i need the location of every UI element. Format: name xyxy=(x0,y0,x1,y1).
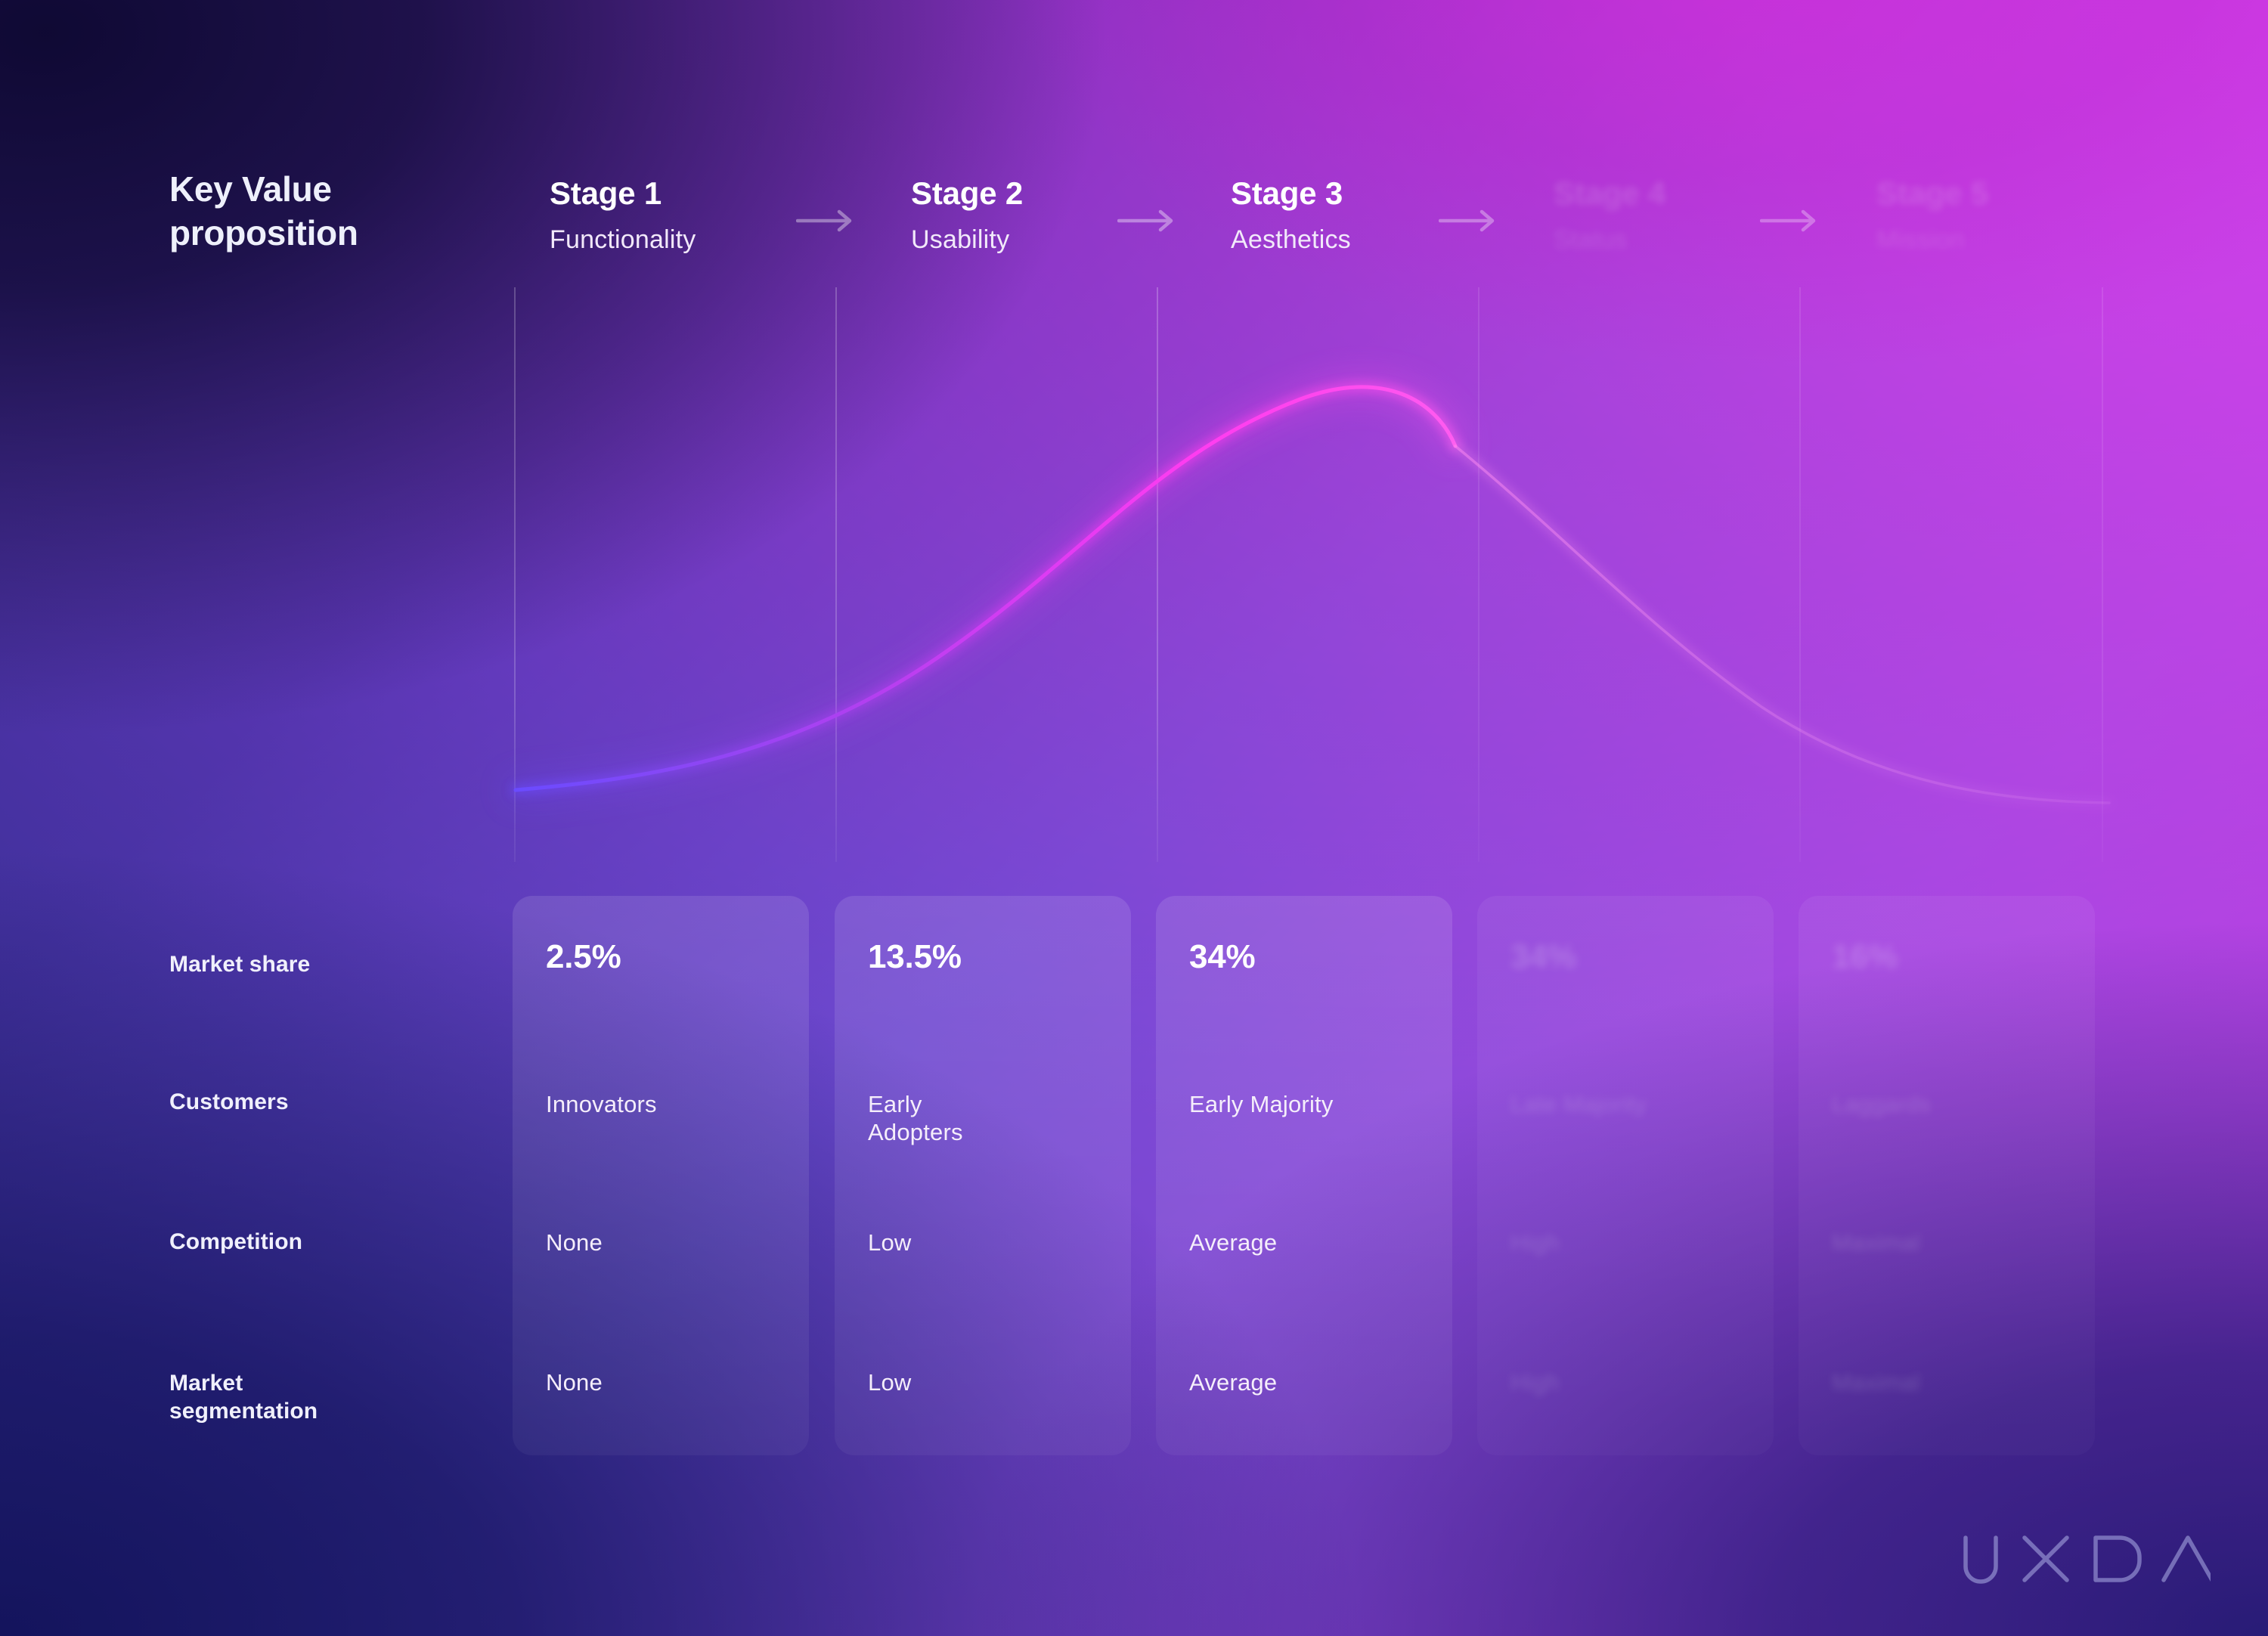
column-divider-4 xyxy=(1478,287,1479,862)
cell-competition-3: Average xyxy=(1189,1229,1278,1256)
cell-market-segmentation-4: High xyxy=(1510,1369,1560,1396)
cell-competition-2: Low xyxy=(868,1229,912,1256)
cell-competition-4: High xyxy=(1510,1229,1560,1256)
stage-subtitle-4: Status xyxy=(1554,225,1628,254)
cell-customers-4: Late Majority xyxy=(1510,1091,1647,1117)
arrow-right-icon-3 xyxy=(1439,208,1498,234)
stage-header-2[interactable]: Stage 2 Usability xyxy=(911,175,1023,255)
cell-customers-2: Early Adopters xyxy=(868,1091,963,1146)
page-title-line2: proposition xyxy=(169,213,358,253)
column-divider-5 xyxy=(1799,287,1801,862)
cell-customers-5: Laggards xyxy=(1832,1091,1931,1117)
stage-subtitle-5: Mission xyxy=(1876,225,1965,254)
column-divider-1 xyxy=(514,287,516,862)
arrow-right-icon-2 xyxy=(1117,208,1176,234)
uxda-logo xyxy=(1961,1533,2211,1590)
page-title-line1: Key Value xyxy=(169,169,332,209)
cell-customers-1: Innovators xyxy=(546,1091,657,1117)
stage-header-3[interactable]: Stage 3 Aesthetics xyxy=(1231,175,1351,255)
cell-market-segmentation-1: None xyxy=(546,1369,603,1396)
cell-competition-1: None xyxy=(546,1229,603,1256)
cell-market-segmentation-5: Maximal xyxy=(1832,1369,1920,1396)
arrow-right-icon-4 xyxy=(1760,208,1819,234)
cell-competition-5: Maximal xyxy=(1832,1229,1920,1256)
row-label-market-segmentation: Market segmentation xyxy=(169,1371,318,1424)
stage-header-1[interactable]: Stage 1 Functionality xyxy=(550,175,696,255)
stage-header-4[interactable]: Stage 4 Status xyxy=(1554,175,1665,255)
infographic-sheet: Key Value proposition Stage 1 Functional… xyxy=(0,0,2268,1636)
column-divider-3 xyxy=(1157,287,1158,862)
row-label-customers: Customers xyxy=(169,1089,289,1114)
cell-market-share-3: 34% xyxy=(1189,938,1256,975)
row-label-market-share: Market share xyxy=(169,952,311,977)
arrow-right-icon-1 xyxy=(796,208,855,234)
cell-market-share-4: 34% xyxy=(1510,938,1577,975)
row-label-competition: Competition xyxy=(169,1229,303,1254)
column-divider-6 xyxy=(2102,287,2103,862)
column-divider-2 xyxy=(835,287,837,862)
stage-subtitle-2: Usability xyxy=(911,225,1010,254)
cell-market-share-2: 13.5% xyxy=(868,938,962,975)
cell-market-share-1: 2.5% xyxy=(546,938,621,975)
stage-number-3: Stage 3 xyxy=(1231,175,1343,211)
cell-customers-3: Early Majority xyxy=(1189,1091,1334,1117)
stage-subtitle-1: Functionality xyxy=(550,225,696,254)
cell-market-share-5: 16% xyxy=(1832,938,1898,975)
cell-market-segmentation-3: Average xyxy=(1189,1369,1278,1396)
stage-header-5[interactable]: Stage 5 Mission xyxy=(1876,175,1988,255)
cell-market-segmentation-2: Low xyxy=(868,1369,912,1396)
stage-number-4: Stage 4 xyxy=(1554,175,1665,211)
page-title: Key Value proposition xyxy=(169,172,487,250)
stage-number-5: Stage 5 xyxy=(1876,175,1988,211)
stage-number-1: Stage 1 xyxy=(550,175,662,211)
stage-subtitle-3: Aesthetics xyxy=(1231,225,1351,254)
stage-number-2: Stage 2 xyxy=(911,175,1023,211)
